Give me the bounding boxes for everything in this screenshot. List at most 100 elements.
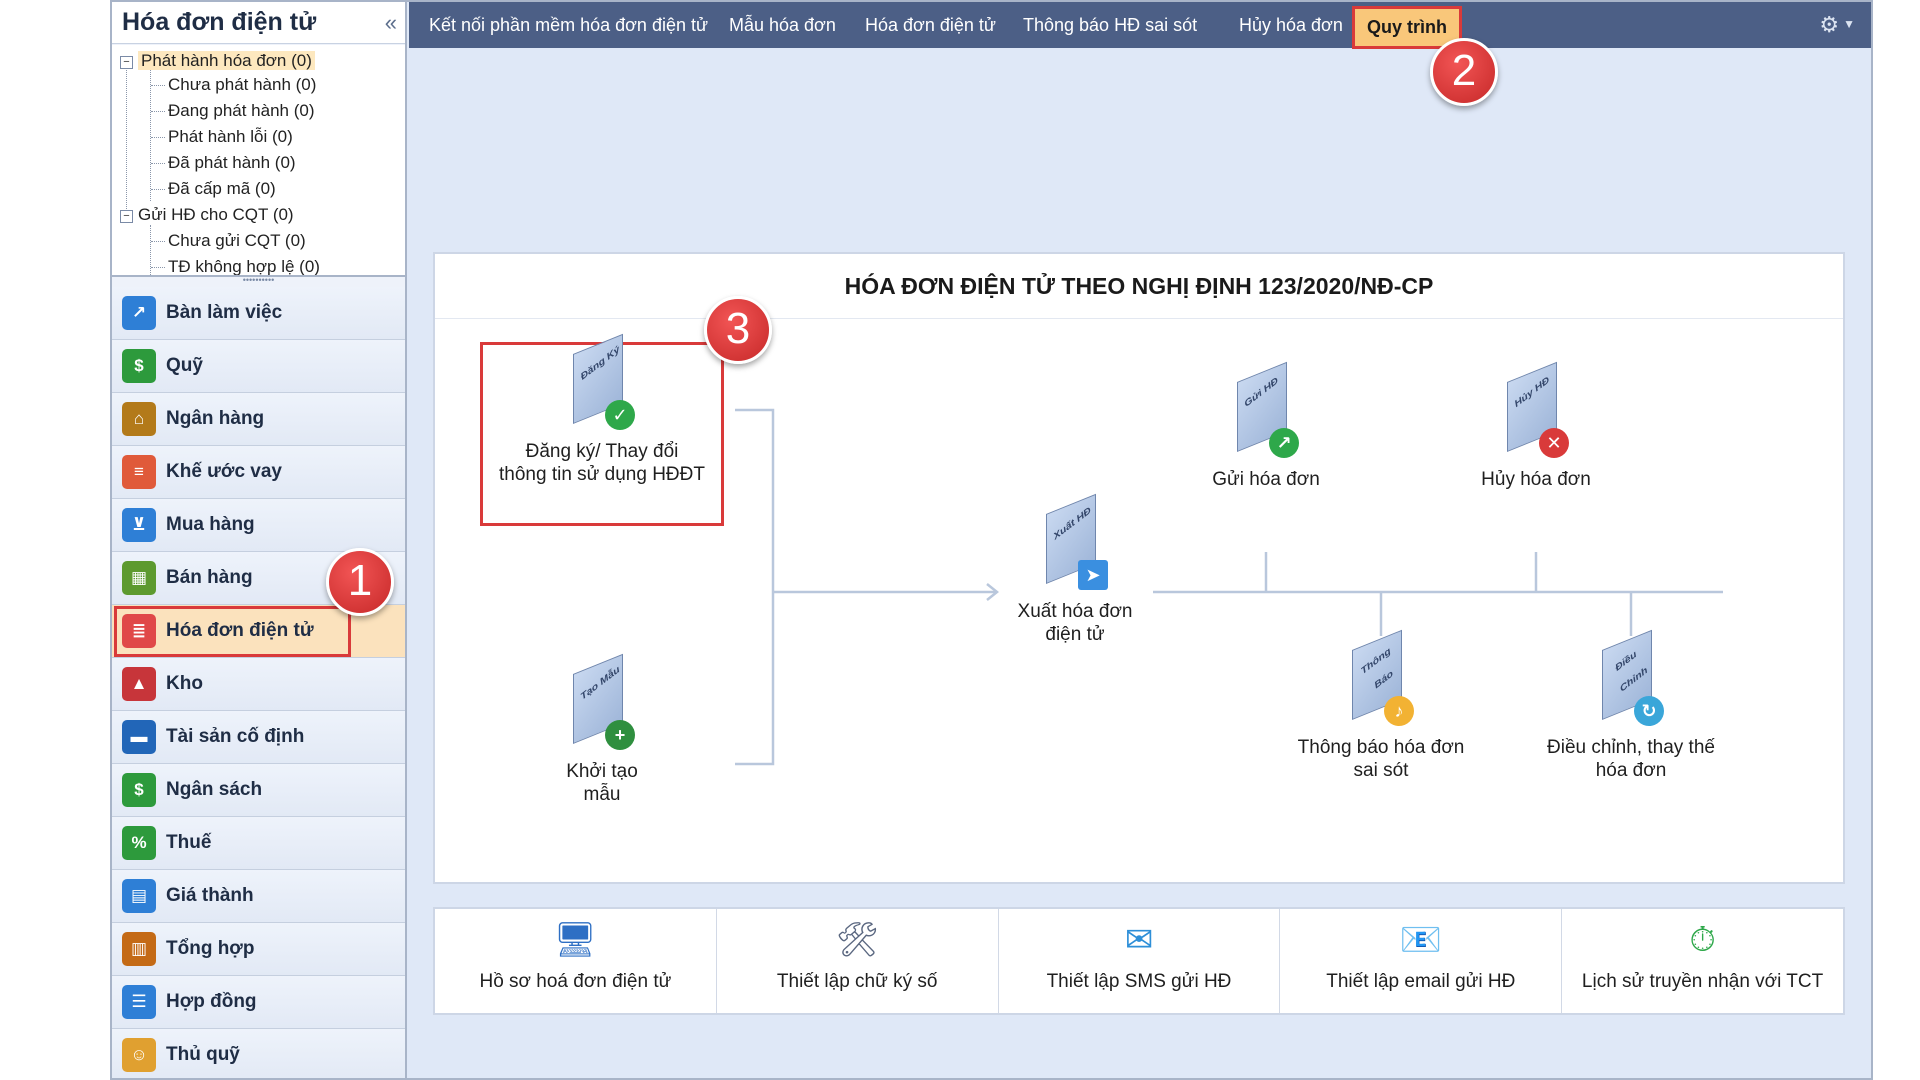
tool-label: Thiết lập SMS gửi HĐ — [1046, 971, 1232, 992]
tree-item-invalid[interactable]: TĐ không hợp lệ (0) — [168, 255, 320, 275]
node-template-sublabel: mẫu — [583, 784, 621, 805]
module-label: Thuế — [166, 832, 212, 853]
module-bank[interactable]: ⌂ Ngân hàng — [112, 393, 405, 446]
cart-icon: ⊻ — [122, 508, 156, 542]
module-cart[interactable]: ⊻ Mua hàng — [112, 499, 405, 552]
tree-item-issued[interactable]: Đã phát hành (0) — [168, 151, 296, 175]
sidebar: Hóa đơn điện tử « − Phát hành hóa đơn (0)… — [112, 2, 407, 1078]
sidebar-header: Hóa đơn điện tử « — [112, 2, 405, 44]
node-register[interactable]: Đăng Ký ✓ Đăng ký/ Thay đổi thông tin sử… — [485, 333, 719, 486]
module-cost[interactable]: ▤ Giá thành — [112, 870, 405, 923]
tree-item-not-sent[interactable]: Chưa gửi CQT (0) — [168, 229, 306, 253]
module-tax[interactable]: % Thuế — [112, 817, 405, 870]
book-icon: ▥ — [122, 932, 156, 966]
node-template[interactable]: Tạo Mẫu + Khởi tạo mẫu — [535, 653, 669, 806]
node-adjust-label: Điều chỉnh, thay thế — [1547, 737, 1715, 758]
bell-icon: ♪ — [1384, 696, 1414, 726]
step-badge-2: 2 — [1430, 38, 1498, 106]
module-warehouse[interactable]: ▲ Kho — [112, 658, 405, 711]
module-money-bag[interactable]: $ Ngân sách — [112, 764, 405, 817]
module-label: Quỹ — [166, 355, 203, 376]
tree-item-issuing[interactable]: Đang phát hành (0) — [168, 99, 315, 123]
history-clock-icon: ⏱ — [1689, 921, 1716, 959]
tax-icon: % — [122, 826, 156, 860]
send-document-icon: Gửi HĐ ↗ — [1237, 361, 1299, 458]
node-notify[interactable]: Thông Báo ♪ Thông báo hóa đơn sai sót — [1281, 629, 1481, 782]
step-badge-1: 1 — [326, 548, 394, 616]
tree-item-issue-error[interactable]: Phát hành lỗi (0) — [168, 125, 293, 149]
issue-document-icon: Xuất HĐ ➤ — [1046, 493, 1108, 590]
tool-tools[interactable]: 🛠 Thiết lập chữ ký số — [717, 909, 999, 1013]
tool-label: Thiết lập chữ ký số — [776, 971, 938, 992]
cashier-icon: ☺ — [122, 1038, 156, 1072]
module-label: Mua hàng — [166, 514, 255, 535]
menu-e-invoices[interactable]: Hóa đơn điện tử — [865, 2, 996, 48]
node-issue[interactable]: Xuất HĐ ➤ Xuất hóa đơn điện tử — [995, 493, 1155, 646]
module-chart-board[interactable]: ↗ Bàn làm việc — [112, 287, 405, 340]
module-label: Khế ước vay — [166, 461, 282, 482]
module-book[interactable]: ▥ Tổng hợp — [112, 923, 405, 976]
node-issue-sublabel: điện tử — [1045, 624, 1105, 645]
tree-item-issue-invoices[interactable]: − Phát hành hóa đơn (0) — [120, 49, 315, 73]
active-module-highlight — [114, 606, 351, 657]
splitter-grip[interactable]: •••••••••• — [112, 275, 405, 287]
node-issue-label: Xuất hóa đơn — [1017, 601, 1133, 622]
node-send[interactable]: Gửi HĐ ↗ Gửi hóa đơn — [1180, 361, 1352, 491]
template-document-icon: Tạo Mẫu + — [573, 653, 635, 750]
invoice-tree: − Phát hành hóa đơn (0) Chưa phát hành (0… — [112, 45, 405, 275]
refresh-icon: ↻ — [1634, 696, 1664, 726]
store-icon: ▦ — [122, 561, 156, 595]
collapse-sidebar-icon[interactable]: « — [385, 10, 397, 36]
menu-invoice-templates[interactable]: Mẫu hóa đơn — [729, 2, 836, 48]
node-template-label: Khởi tạo — [566, 761, 638, 782]
tools-icon: 🛠 — [835, 921, 879, 959]
module-label: Ngân sách — [166, 779, 263, 800]
money-bag-icon: $ — [122, 773, 156, 807]
module-cash[interactable]: $ Quỹ — [112, 340, 405, 393]
bank-icon: ⌂ — [122, 402, 156, 436]
collapse-toggle-icon[interactable]: − — [120, 210, 133, 223]
tool-label: Hồ sơ hoá đơn điện tử — [479, 971, 672, 992]
tool-sms[interactable]: ✉ Thiết lập SMS gửi HĐ — [999, 909, 1281, 1013]
menu-connect-software[interactable]: Kết nối phần mềm hóa đơn điện tử — [429, 2, 708, 48]
node-cancel[interactable]: Hủy HĐ ✕ Hủy hóa đơn — [1450, 361, 1622, 491]
adjust-document-icon: Điều Chỉnh ↻ — [1602, 629, 1664, 726]
menu-cancel-invoice[interactable]: Hủy hóa đơn — [1239, 2, 1343, 48]
node-notify-label: Thông báo hóa đơn — [1297, 737, 1465, 758]
chart-board-icon: ↗ — [122, 296, 156, 330]
module-loan[interactable]: ≡ Khế ước vay — [112, 446, 405, 499]
register-document-icon: Đăng Ký ✓ — [573, 333, 635, 430]
node-adjust[interactable]: Điều Chỉnh ↻ Điều chỉnh, thay thế hóa đơ… — [1521, 629, 1741, 782]
node-adjust-sublabel: hóa đơn — [1595, 760, 1667, 781]
arrow-icon: ↗ — [1269, 428, 1299, 458]
tool-email[interactable]: 📧 Thiết lập email gửi HĐ — [1280, 909, 1563, 1013]
menu-error-notice[interactable]: Thông báo HĐ sai sót — [1023, 2, 1197, 48]
module-label: Giá thành — [166, 885, 254, 906]
sidebar-title: Hóa đơn điện tử — [122, 8, 317, 36]
loan-icon: ≡ — [122, 455, 156, 489]
tree-item-not-issued[interactable]: Chưa phát hành (0) — [168, 73, 316, 97]
module-list: ↗ Bàn làm việc $ Quỹ ⌂ Ngân hàng ≡ Khế ước vay ⊻… — [112, 287, 405, 1078]
cancel-document-icon: Hủy HĐ ✕ — [1507, 361, 1569, 458]
cancel-x-icon: ✕ — [1539, 428, 1569, 458]
tree-item-send-to-tax[interactable]: − Gửi HĐ cho CQT (0) — [120, 203, 294, 227]
node-register-sublabel: thông tin sử dụng HĐĐT — [499, 464, 705, 485]
node-notify-sublabel: sai sót — [1353, 760, 1409, 781]
module-contract[interactable]: ☰ Hợp đồng — [112, 976, 405, 1029]
module-car[interactable]: ▬ Tài sản cố định — [112, 711, 405, 764]
gear-icon[interactable]: ⚙ ▼ — [1819, 12, 1855, 38]
tree-item-coded[interactable]: Đã cấp mã (0) — [168, 177, 276, 201]
module-cashier[interactable]: ☺ Thủ quỹ — [112, 1029, 405, 1078]
tool-label: Lịch sử truyền nhận với TCT — [1581, 971, 1824, 992]
collapse-toggle-icon[interactable]: − — [120, 56, 133, 69]
node-cancel-label: Hủy hóa đơn — [1481, 469, 1591, 490]
contract-icon: ☰ — [122, 985, 156, 1019]
module-label: Hợp đồng — [166, 991, 257, 1012]
node-register-label: Đăng ký/ Thay đổi — [525, 441, 679, 462]
module-label: Tài sản cố định — [166, 726, 305, 747]
module-label: Ngân hàng — [166, 408, 265, 429]
tool-profile[interactable]: 🖥 Hồ sơ hoá đơn điện tử — [435, 909, 717, 1013]
paper-plane-icon: ➤ — [1078, 560, 1108, 590]
tool-history-clock[interactable]: ⏱ Lịch sử truyền nhận với TCT — [1562, 909, 1843, 1013]
chevron-down-icon[interactable]: ▼ — [1843, 17, 1855, 31]
